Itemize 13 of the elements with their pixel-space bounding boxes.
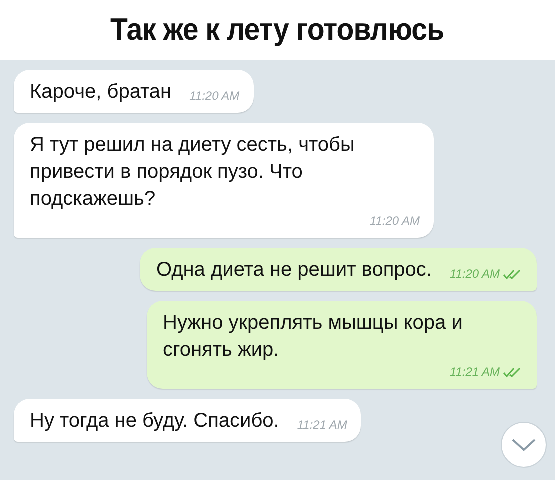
message-time: 11:21 AM [450, 364, 500, 380]
message-time: 11:20 AM [450, 266, 500, 282]
message-text: Кароче, братан [30, 80, 172, 105]
message-time: 11:20 AM [370, 213, 420, 229]
message-time: 11:20 AM [190, 88, 240, 104]
chevron-down-icon [511, 437, 537, 453]
message-text: Нужно укреплять мышцы кора и сгонять жир. [163, 311, 464, 363]
message-time: 11:21 AM [297, 417, 348, 433]
scroll-down-button[interactable] [501, 422, 547, 468]
message-text: Ну тогда не буду. Спасибо. [30, 409, 280, 434]
message-text: Одна диета не решит вопрос. [156, 258, 432, 283]
meme-caption: Так же к лету готовлюсь [110, 12, 444, 48]
message-text: Я тут решил на диету сесть, чтобы привести в порядок пузо. Что подскажешь? [30, 133, 356, 212]
